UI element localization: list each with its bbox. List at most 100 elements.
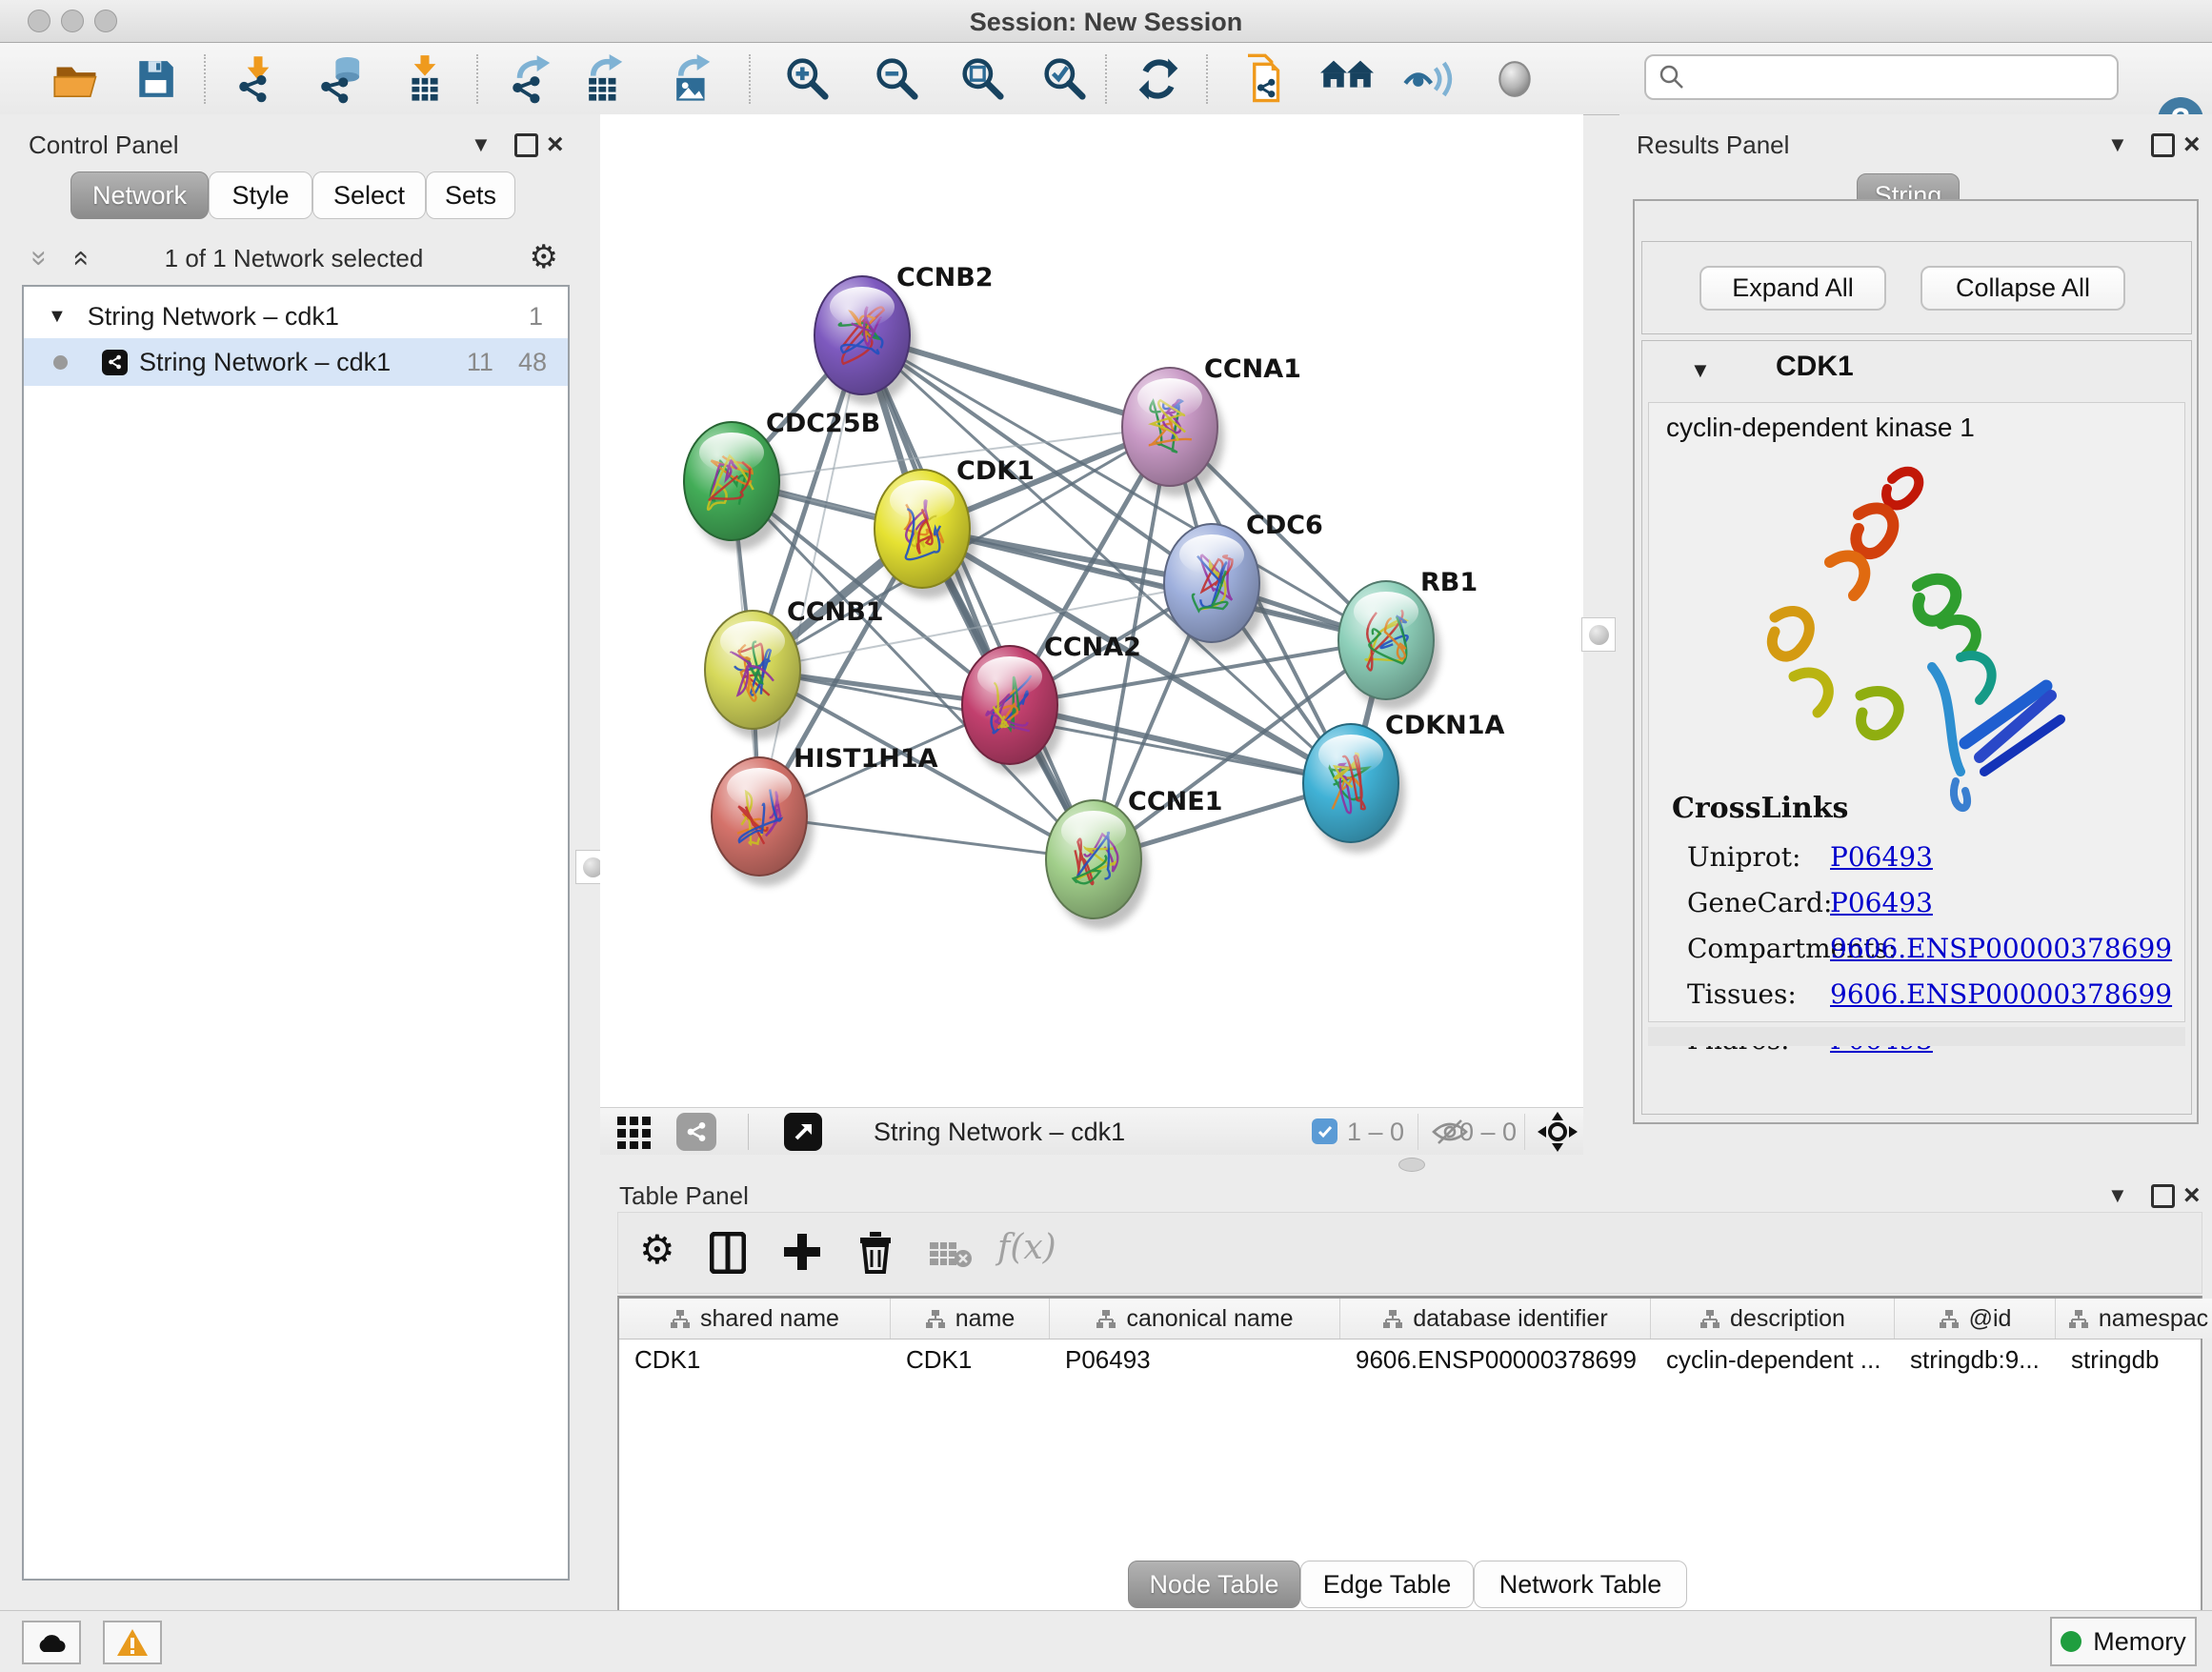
table-settings-gear-icon[interactable]: ⚙ xyxy=(639,1226,675,1273)
results-panel-float-icon[interactable] xyxy=(2151,133,2175,157)
birds-eye-view-icon[interactable] xyxy=(784,1113,822,1151)
open-session-button[interactable] xyxy=(50,52,103,106)
tab-node-table[interactable]: Node Table xyxy=(1128,1561,1300,1608)
node-RB1[interactable]: RB1 xyxy=(1338,568,1478,710)
results-panel-menu-icon[interactable]: ▼ xyxy=(2107,132,2128,157)
string-document-icon xyxy=(1241,53,1289,105)
column-header-namespac[interactable]: namespac xyxy=(2056,1299,2212,1339)
table-cell[interactable]: stringdb:9... xyxy=(1895,1340,2056,1380)
toolbar-divider xyxy=(1105,54,1107,104)
table-cell[interactable]: 9606.ENSP00000378699 xyxy=(1340,1340,1651,1380)
control-panel-menu-icon[interactable]: ▼ xyxy=(471,132,492,157)
toolbar-search[interactable] xyxy=(1644,54,2119,100)
import-table-file-button[interactable] xyxy=(398,52,452,106)
string-document-button[interactable] xyxy=(1238,52,1292,106)
edge-CDK1-RB1[interactable] xyxy=(922,529,1386,640)
grid-view-icon[interactable] xyxy=(617,1117,661,1149)
tab-select[interactable]: Select xyxy=(312,171,426,219)
node-label-CDK1: CDK1 xyxy=(956,456,1035,486)
node-CDK1[interactable]: CDK1 xyxy=(875,456,1035,598)
expand-all-button[interactable]: Expand All xyxy=(1699,266,1886,311)
home-networks-button[interactable] xyxy=(1320,52,1374,106)
results-panel-close-icon[interactable]: × xyxy=(2183,129,2201,161)
show-columns-icon[interactable] xyxy=(710,1232,746,1274)
entry-expander-icon[interactable]: ▼ xyxy=(1690,358,1711,383)
selected-checkbox-icon[interactable] xyxy=(1312,1118,1337,1144)
tab-network[interactable]: Network xyxy=(70,171,209,219)
zoom-in-button[interactable] xyxy=(781,52,835,106)
import-network-file-button[interactable] xyxy=(231,52,285,106)
save-session-button[interactable] xyxy=(129,52,182,106)
zoom-out-button[interactable] xyxy=(871,52,924,106)
column-header--id[interactable]: @id xyxy=(1895,1299,2056,1339)
edge-CCNB2-CCNE1[interactable] xyxy=(862,335,1094,859)
gear-icon[interactable]: ⚙ xyxy=(530,238,558,276)
node-CCNA2[interactable]: CCNA2 xyxy=(962,633,1141,775)
horizontal-splitter[interactable] xyxy=(600,1155,2212,1174)
level-of-detail-button[interactable] xyxy=(1488,52,1541,106)
refresh-button[interactable] xyxy=(1132,52,1185,106)
zoom-fit-button[interactable] xyxy=(956,52,1010,106)
zoom-in-icon xyxy=(784,55,832,103)
node-label-CDKN1A: CDKN1A xyxy=(1385,711,1505,740)
memory-button[interactable]: Memory xyxy=(2050,1617,2197,1666)
network-row[interactable]: String Network – cdk1 11 48 xyxy=(24,338,568,386)
fit-content-crosshair-icon[interactable] xyxy=(1538,1112,1578,1152)
table-cell[interactable]: stringdb xyxy=(2056,1340,2212,1380)
tab-edge-table[interactable]: Edge Table xyxy=(1300,1561,1474,1608)
collapse-all-button[interactable]: Collapse All xyxy=(1920,266,2125,311)
function-builder-icon[interactable]: f(x) xyxy=(997,1228,1056,1267)
node-CCNB2[interactable]: CCNB2 xyxy=(814,263,994,405)
table-cell[interactable]: CDK1 xyxy=(891,1340,1050,1380)
right-splitter-handle[interactable] xyxy=(1581,617,1616,652)
node-CDC25B[interactable]: CDC25B xyxy=(684,409,880,551)
node-HIST1H1A[interactable]: HIST1H1A xyxy=(712,744,938,886)
network-collection-row[interactable]: ▼ String Network – cdk1 1 xyxy=(24,292,568,340)
crosslink-value-link[interactable]: P06493 xyxy=(1830,841,1933,873)
zoom-selected-button[interactable] xyxy=(1038,52,1092,106)
cloud-status-button[interactable] xyxy=(22,1621,81,1664)
node-CCNA1[interactable]: CCNA1 xyxy=(1122,354,1301,496)
node-CDC6[interactable]: CDC6 xyxy=(1164,511,1323,653)
crosslink-value-link[interactable]: 9606.ENSP00000378699 xyxy=(1830,978,2172,1010)
warning-status-button[interactable] xyxy=(103,1621,162,1664)
crosslink-value-link[interactable]: 9606.ENSP00000378699 xyxy=(1830,933,2172,964)
delete-table-icon[interactable] xyxy=(929,1239,973,1268)
search-input[interactable] xyxy=(1686,63,2100,92)
node-CCNB1[interactable]: CCNB1 xyxy=(705,597,884,739)
column-header-database-identifier[interactable]: database identifier xyxy=(1340,1299,1651,1339)
show-hide-graphics-button[interactable] xyxy=(1402,52,1456,106)
export-image-button[interactable] xyxy=(665,52,718,106)
crosslink-value-link[interactable]: P06493 xyxy=(1830,887,1933,918)
table-row[interactable]: CDK1CDK1P064939606.ENSP00000378699cyclin… xyxy=(619,1340,2201,1380)
tab-style[interactable]: Style xyxy=(209,171,312,219)
node-CCNE1[interactable]: CCNE1 xyxy=(1046,787,1222,929)
network-canvas[interactable]: CCNB2 CCNA1 CDC25B CDK1 CDC6RB1 CCNB1 CCNA2 CDK… xyxy=(600,114,1583,1107)
crosslink-row: Compartments:9606.ENSP00000378699 xyxy=(1687,925,2173,971)
column-header-description[interactable]: description xyxy=(1651,1299,1895,1339)
collection-expander-icon[interactable]: ▼ xyxy=(48,306,67,328)
export-network-button[interactable] xyxy=(505,52,558,106)
network-graph[interactable]: CCNB2 CCNA1 CDC25B CDK1 CDC6RB1 CCNB1 CCNA2 CDK… xyxy=(600,114,1583,1107)
create-column-plus-icon[interactable] xyxy=(782,1232,822,1272)
entry-scroll-strip[interactable] xyxy=(1648,1027,2185,1046)
control-panel-float-icon[interactable] xyxy=(514,133,538,157)
node-CDKN1A[interactable]: CDKN1A xyxy=(1303,711,1505,853)
table-panel-menu-icon[interactable]: ▼ xyxy=(2107,1183,2128,1208)
column-header-canonical-name[interactable]: canonical name xyxy=(1050,1299,1340,1339)
delete-column-trash-icon[interactable] xyxy=(858,1230,893,1274)
column-header-shared-name[interactable]: shared name xyxy=(619,1299,891,1339)
table-cell[interactable]: CDK1 xyxy=(619,1340,891,1380)
import-network-database-button[interactable] xyxy=(314,52,368,106)
table-panel-float-icon[interactable] xyxy=(2151,1184,2175,1208)
table-cell[interactable]: cyclin-dependent ... xyxy=(1651,1340,1895,1380)
network-share-icon[interactable] xyxy=(676,1113,716,1151)
table-cell[interactable]: P06493 xyxy=(1050,1340,1340,1380)
splitter-grip[interactable] xyxy=(1398,1158,1425,1172)
column-header-name[interactable]: name xyxy=(891,1299,1050,1339)
export-table-button[interactable] xyxy=(577,52,631,106)
tab-sets[interactable]: Sets xyxy=(426,171,515,219)
tab-network-table[interactable]: Network Table xyxy=(1474,1561,1687,1608)
control-panel-close-icon[interactable]: × xyxy=(547,129,564,161)
table-panel-close-icon[interactable]: × xyxy=(2183,1179,2201,1212)
